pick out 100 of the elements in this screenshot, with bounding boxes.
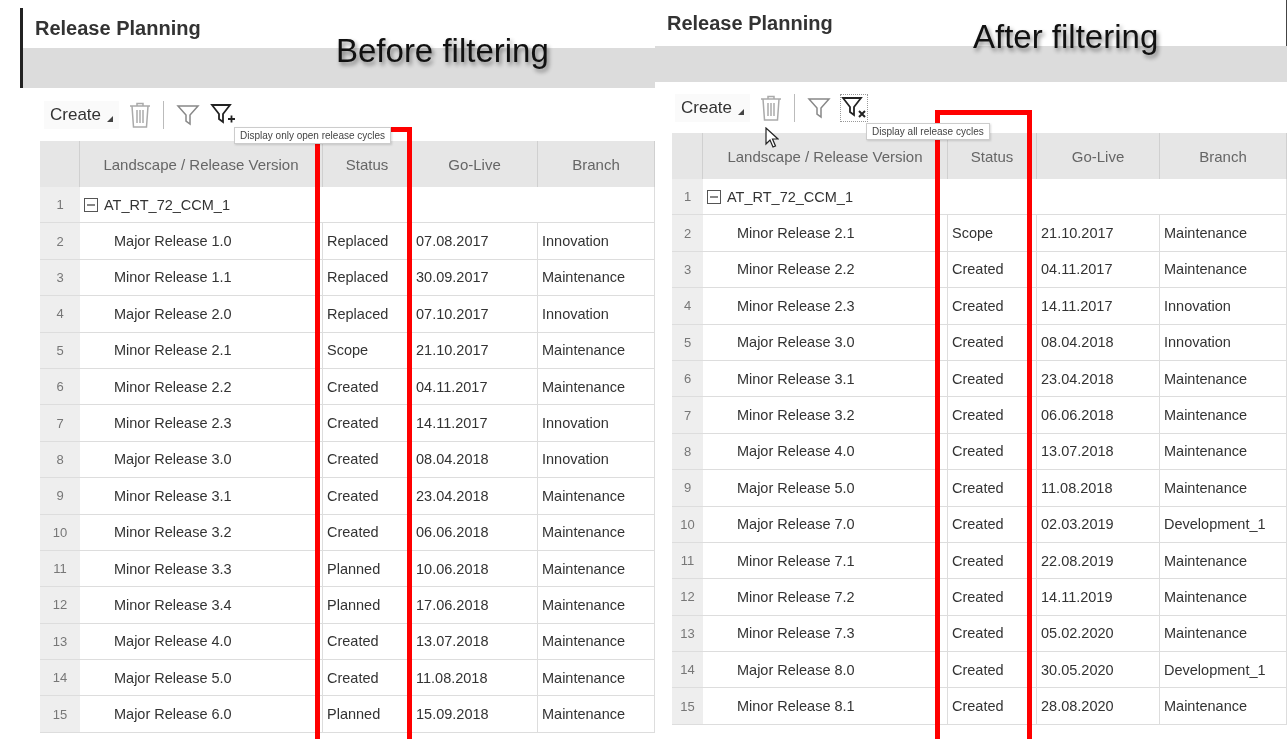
release-name-cell: Major Release 4.0 [80, 623, 323, 661]
go-live-cell: 08.04.2018 [1037, 324, 1160, 361]
status-cell: Replaced [323, 259, 412, 297]
annotation-caption: Before filtering [336, 32, 549, 70]
branch-cell: Maintenance [1160, 688, 1287, 725]
column-header[interactable]: Branch [1160, 133, 1287, 179]
release-name-cell: Major Release 3.0 [80, 441, 323, 479]
release-name-cell: Major Release 4.0 [703, 433, 948, 471]
release-name-cell: Major Release 6.0 [80, 696, 323, 733]
release-name-cell: Major Release 5.0 [80, 660, 323, 697]
branch-cell: Innovation [538, 296, 655, 333]
annotation-caption: After filtering [973, 18, 1159, 56]
branch-cell: Maintenance [1160, 397, 1287, 434]
go-live-cell: 13.07.2018 [412, 623, 538, 661]
filter-icon [807, 95, 832, 120]
release-name-cell: Minor Release 2.3 [703, 288, 948, 325]
status-cell: Created [323, 368, 412, 406]
status-cell: Planned [323, 696, 412, 733]
collapse-icon[interactable] [84, 197, 98, 212]
release-name-cell: Minor Release 2.3 [80, 405, 323, 442]
branch-cell: Maintenance [538, 478, 655, 515]
row-number: 4 [672, 288, 703, 325]
column-header[interactable]: Branch [538, 141, 655, 187]
row-number: 1 [40, 187, 80, 224]
release-name-cell: Minor Release 7.1 [703, 542, 948, 580]
status-cell: Created [948, 506, 1037, 543]
row-number: 14 [40, 660, 80, 697]
release-name-cell: Minor Release 3.2 [80, 514, 323, 551]
release-name-cell: Minor Release 7.2 [703, 579, 948, 616]
go-live-cell: 23.04.2018 [1037, 360, 1160, 398]
caret-icon [738, 108, 745, 115]
column-header[interactable]: Landscape / Release Version [80, 141, 323, 187]
branch-cell: Maintenance [538, 514, 655, 551]
branch-cell: Innovation [538, 405, 655, 442]
tooltip: Display all release cycles [866, 123, 990, 140]
branch-cell: Maintenance [1160, 215, 1287, 252]
status-cell: Created [948, 288, 1037, 325]
create-button[interactable]: Create [675, 93, 751, 122]
release-name-cell: Minor Release 3.1 [80, 478, 323, 515]
column-header[interactable]: Go-Live [1037, 133, 1160, 179]
go-live-cell: 28.08.2020 [1037, 688, 1160, 725]
status-cell: Created [948, 433, 1037, 471]
filter-clear-icon[interactable] [841, 94, 868, 121]
row-number: 10 [672, 506, 703, 543]
filter-button[interactable] [807, 95, 832, 120]
branch-cell: Maintenance [538, 587, 655, 624]
row-number: 12 [40, 587, 80, 624]
branch-cell: Maintenance [538, 332, 655, 369]
caret-icon [107, 115, 114, 122]
go-live-cell: 02.03.2019 [1037, 506, 1160, 543]
release-name-cell: Minor Release 2.2 [703, 251, 948, 289]
go-live-cell: 21.10.2017 [1037, 215, 1160, 252]
branch-cell: Maintenance [1160, 542, 1287, 580]
tree-node-label: AT_RT_72_CCM_1 [104, 196, 230, 213]
status-cell: Created [323, 441, 412, 479]
go-live-cell: 14.11.2019 [1037, 579, 1160, 616]
row-number: 6 [672, 360, 703, 398]
go-live-cell: 15.09.2018 [412, 696, 538, 733]
release-name-cell: Minor Release 8.1 [703, 688, 948, 725]
go-live-cell: 21.10.2017 [412, 332, 538, 369]
column-header[interactable]: Go-Live [412, 141, 538, 187]
status-cell: Created [323, 405, 412, 442]
release-name-cell: Minor Release 2.2 [80, 368, 323, 406]
go-live-cell: 11.08.2018 [412, 660, 538, 697]
release-name-cell: Major Release 1.0 [80, 223, 323, 260]
status-cell: Created [948, 688, 1037, 725]
go-live-cell: 22.08.2019 [1037, 542, 1160, 580]
corner-header [672, 133, 703, 179]
status-cell: Planned [323, 587, 412, 624]
branch-cell: Maintenance [538, 660, 655, 697]
go-live-cell: 17.06.2018 [412, 587, 538, 624]
row-number: 6 [40, 368, 80, 406]
branch-cell: Maintenance [538, 623, 655, 661]
branch-cell: Maintenance [538, 550, 655, 588]
release-name-cell: Minor Release 3.2 [703, 397, 948, 434]
branch-cell: Maintenance [1160, 251, 1287, 289]
row-number: 15 [672, 688, 703, 725]
row-number: 11 [40, 550, 80, 588]
branch-cell: Innovation [538, 223, 655, 260]
collapse-icon[interactable] [707, 189, 721, 204]
release-name-cell: Minor Release 2.1 [703, 215, 948, 252]
filter-icon [176, 102, 201, 127]
go-live-cell: 14.11.2017 [1037, 288, 1160, 325]
row-number: 12 [672, 579, 703, 616]
status-cell: Created [948, 615, 1037, 653]
go-live-cell: 30.09.2017 [412, 259, 538, 297]
status-cell: Created [948, 397, 1037, 434]
release-name-cell: Major Release 2.0 [80, 296, 323, 333]
trash-icon [129, 101, 152, 128]
row-number: 5 [40, 332, 80, 369]
row-number: 3 [672, 251, 703, 289]
status-cell: Scope [948, 215, 1037, 252]
row-number: 5 [672, 324, 703, 361]
filter-button[interactable] [176, 102, 201, 127]
status-cell: Replaced [323, 296, 412, 333]
go-live-cell: 10.06.2018 [412, 550, 538, 588]
create-button[interactable]: Create [44, 100, 120, 129]
row-number: 15 [40, 696, 80, 733]
row-number: 4 [40, 296, 80, 333]
status-cell: Created [323, 660, 412, 697]
